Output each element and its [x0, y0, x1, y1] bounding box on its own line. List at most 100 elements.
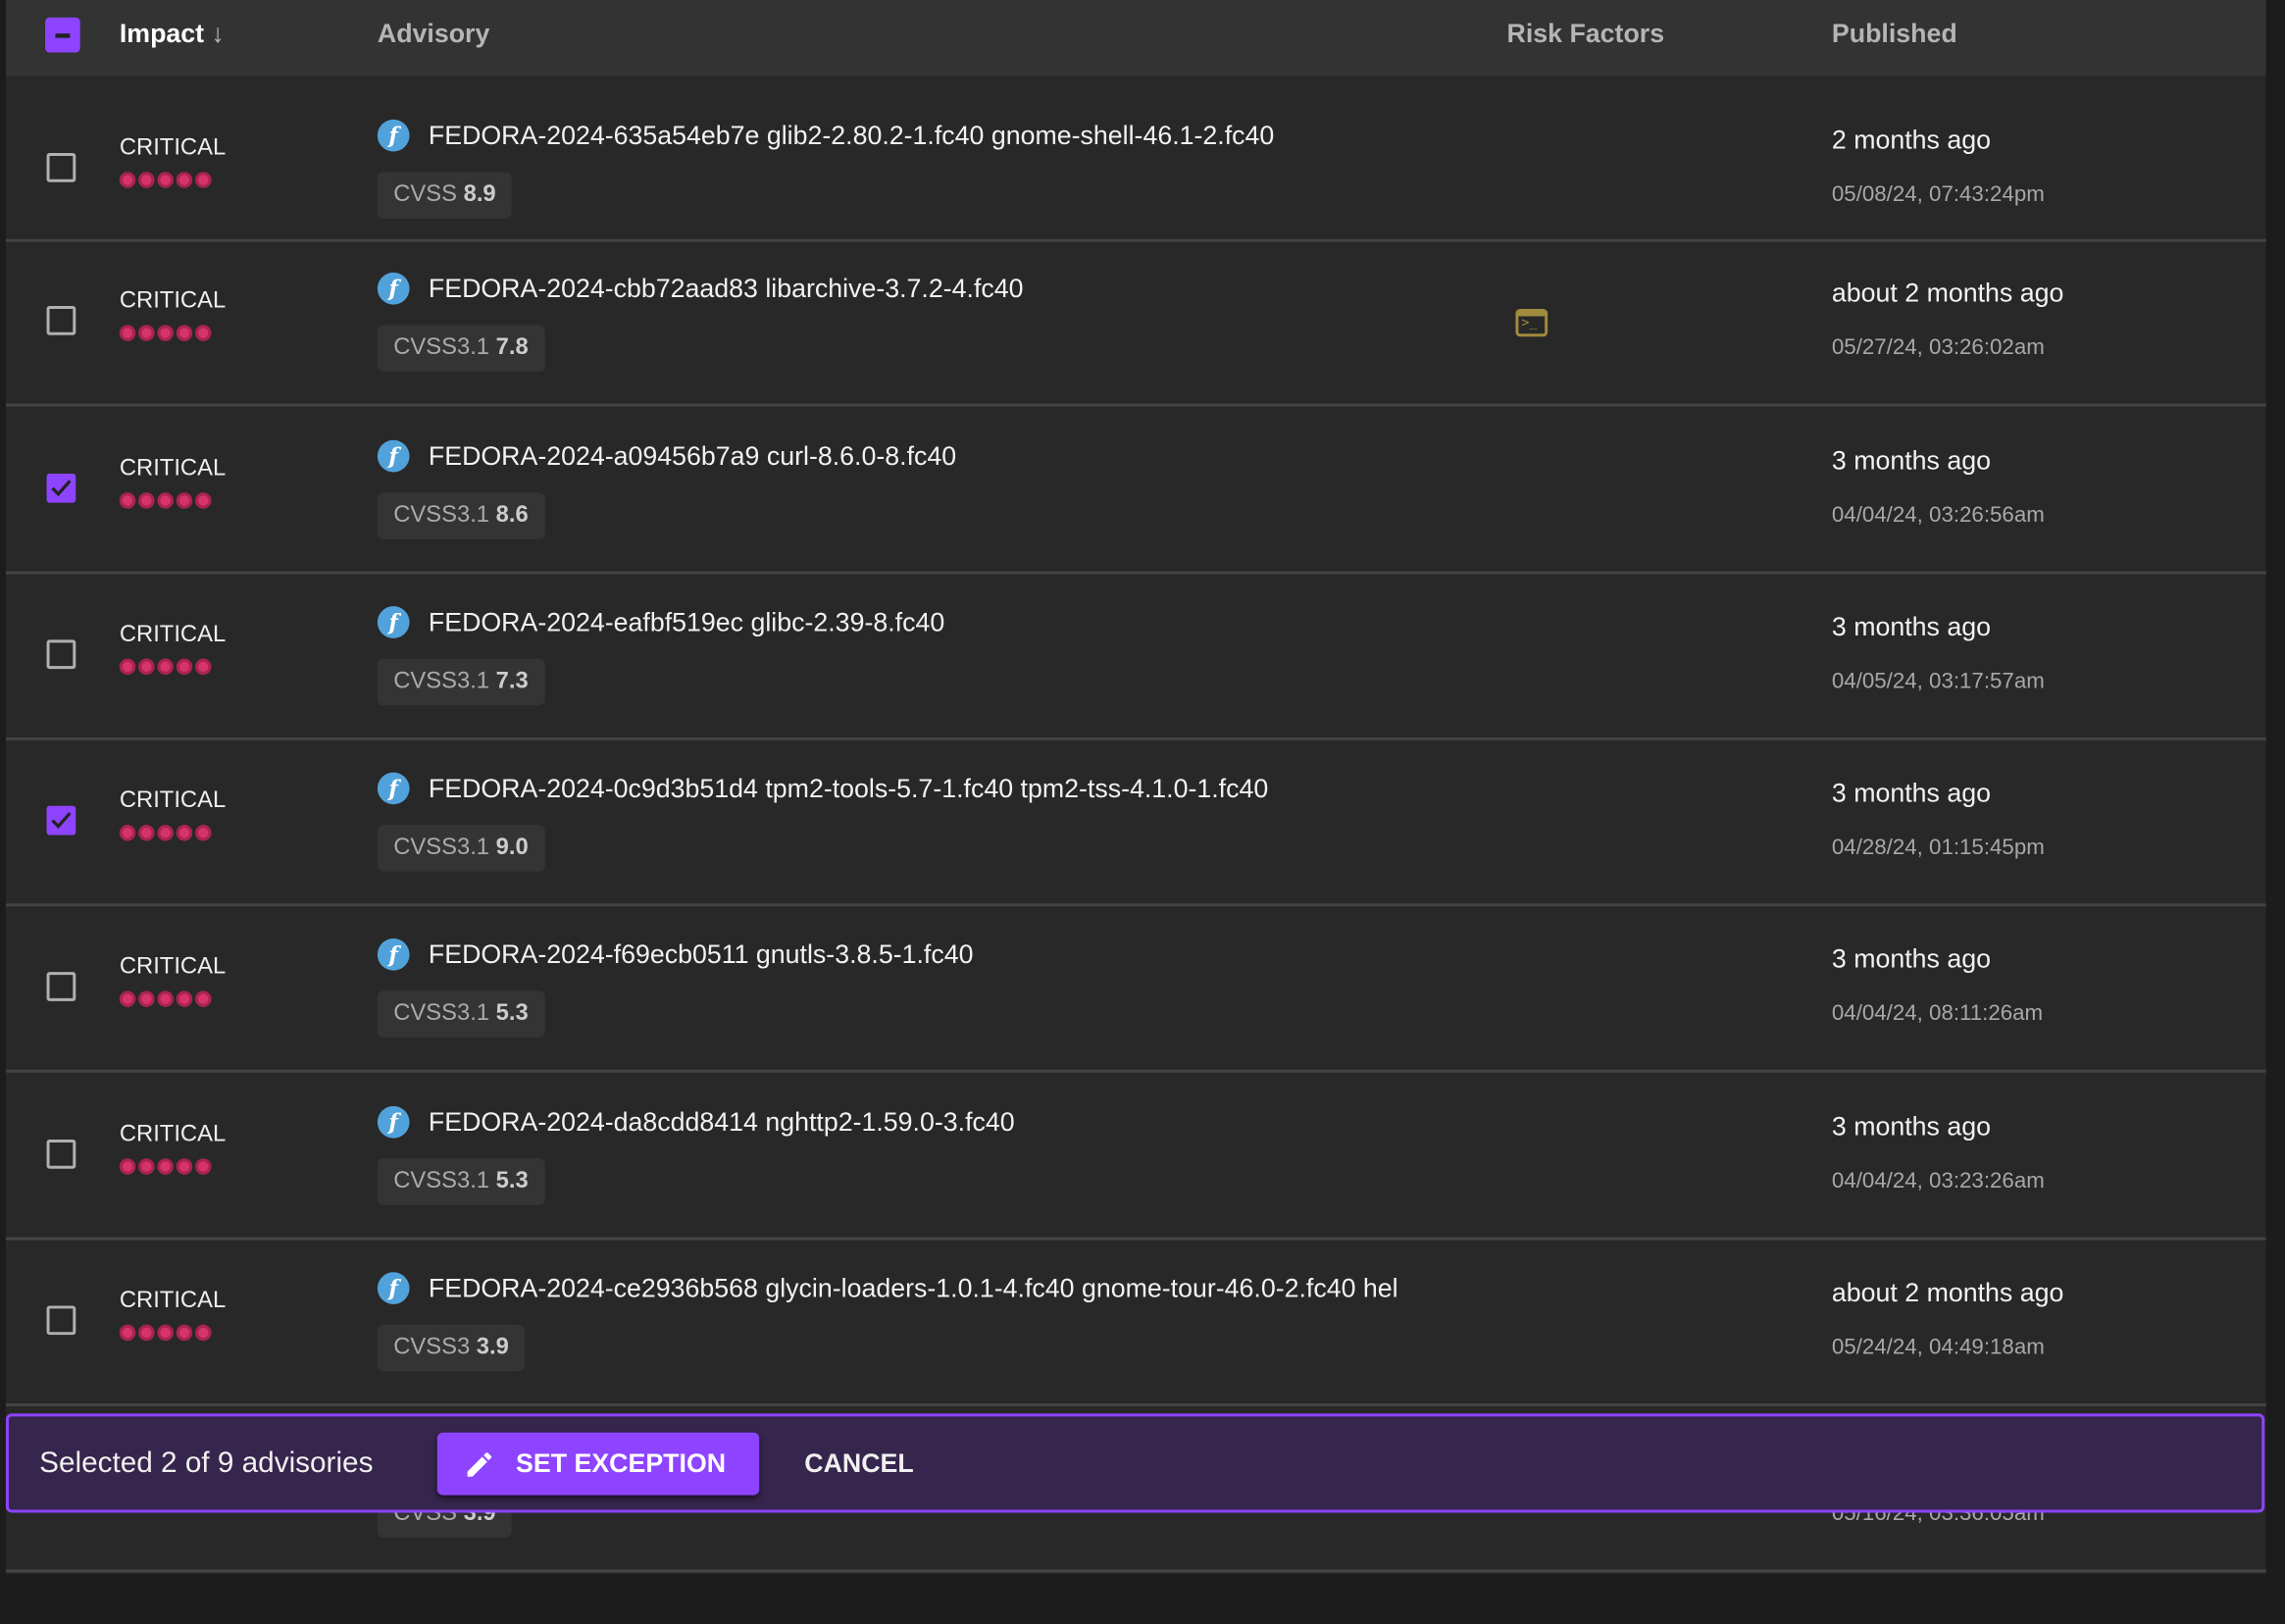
fedora-logo-icon: f: [377, 938, 410, 971]
severity-dots: [119, 492, 212, 509]
published-date: 04/04/24, 03:23:26am: [1831, 1168, 2045, 1194]
fedora-logo-icon: f: [377, 606, 410, 638]
advisory-link[interactable]: FEDORA-2024-cbb72aad83 libarchive-3.7.2-…: [429, 274, 1024, 304]
row-checkbox[interactable]: [46, 639, 76, 670]
severity-dot: [157, 172, 174, 188]
select-all-checkbox[interactable]: [45, 17, 80, 53]
published-column-header[interactable]: Published: [1832, 19, 1957, 49]
selection-bar: Selected 2 of 9 advisories SET EXCEPTION…: [5, 1413, 2265, 1513]
cvss-score: 8.9: [463, 181, 496, 208]
table-row[interactable]: CRITICAL f FEDORA-2024-0c9d3b51d4 tpm2-too…: [5, 740, 2266, 907]
cvss-badge: CVSS3 3.9: [377, 1324, 526, 1372]
advisories-table: Impact ↓ Advisory Risk Factors Published…: [5, 0, 2266, 1574]
set-exception-label: SET EXCEPTION: [516, 1448, 727, 1478]
row-checkbox[interactable]: [46, 473, 76, 503]
severity-dot: [119, 492, 136, 509]
severity-dot: [138, 172, 155, 188]
severity-dots: [119, 1324, 212, 1342]
published-relative: 2 months ago: [1831, 125, 1991, 155]
cvss-badge: CVSS3.1 5.3: [377, 990, 545, 1039]
cvss-score: 5.3: [495, 1000, 529, 1027]
row-checkbox[interactable]: [46, 153, 76, 182]
severity-dot: [176, 1324, 193, 1342]
cvss-label: CVSS3.1: [393, 502, 490, 528]
advisory-link[interactable]: FEDORA-2024-f69ecb0511 gnutls-3.8.5-1.fc…: [429, 939, 974, 970]
impact-label: CRITICAL: [119, 135, 227, 161]
severity-dot: [195, 990, 212, 1007]
severity-dots: [119, 1158, 212, 1175]
severity-dot: [119, 990, 136, 1007]
table-row[interactable]: CRITICAL f FEDORA-2024-635a54eb7e glib2-2.…: [5, 76, 2266, 242]
advisory-link[interactable]: FEDORA-2024-a09456b7a9 curl-8.6.0-8.fc40: [429, 441, 956, 472]
advisory-link[interactable]: FEDORA-2024-0c9d3b51d4 tpm2-tools-5.7-1.…: [429, 774, 1268, 804]
table-row[interactable]: CRITICAL f FEDORA-2024-ce2936b568 glycin-l…: [5, 1241, 2266, 1406]
severity-dot: [195, 1158, 212, 1175]
table-row[interactable]: CRITICAL f FEDORA-2024-f69ecb0511 gnutls-3…: [5, 906, 2266, 1073]
severity-dot: [157, 1324, 174, 1342]
set-exception-button[interactable]: SET EXCEPTION: [436, 1432, 760, 1496]
severity-dots: [119, 325, 212, 341]
arrow-down-icon: ↓: [211, 19, 225, 49]
severity-dot: [138, 1158, 155, 1175]
published-date: 04/04/24, 03:26:56am: [1831, 502, 2045, 528]
cvss-label: CVSS3.1: [393, 835, 490, 860]
fedora-logo-icon: f: [377, 439, 410, 473]
severity-dot: [176, 492, 193, 509]
risk-factors-column-header[interactable]: Risk Factors: [1507, 19, 1665, 49]
published-relative: about 2 months ago: [1831, 278, 2064, 308]
fedora-logo-icon: f: [377, 272, 410, 305]
published-relative: 3 months ago: [1831, 445, 1991, 476]
cvss-badge: CVSS3.1 7.3: [377, 658, 545, 706]
row-checkbox[interactable]: [46, 972, 76, 1001]
advisory-link[interactable]: FEDORA-2024-eafbf519ec glibc-2.39-8.fc40: [429, 608, 944, 638]
published-date: 05/27/24, 03:26:02am: [1831, 334, 2045, 361]
advisory-link[interactable]: FEDORA-2024-635a54eb7e glib2-2.80.2-1.fc…: [429, 121, 1274, 151]
table-header: Impact ↓ Advisory Risk Factors Published: [5, 0, 2266, 76]
severity-dot: [176, 825, 193, 841]
impact-label: CRITICAL: [119, 787, 227, 814]
table-row[interactable]: CRITICAL f FEDORA-2024-a09456b7a9 curl-8.6…: [5, 408, 2266, 575]
advisory-column-header[interactable]: Advisory: [378, 19, 489, 49]
cvss-score: 7.8: [495, 334, 529, 361]
impact-header-label: Impact: [119, 19, 205, 49]
cvss-score: 9.0: [495, 835, 529, 860]
page: Impact ↓ Advisory Risk Factors Published…: [0, 0, 2285, 1624]
row-checkbox[interactable]: [46, 805, 76, 836]
cvss-score: 8.6: [495, 502, 529, 528]
fedora-logo-icon: f: [377, 1105, 410, 1139]
severity-dots: [119, 172, 212, 188]
cvss-label: CVSS3.1: [393, 669, 490, 694]
severity-dot: [119, 325, 136, 341]
cvss-badge: CVSS3.1 7.8: [377, 325, 545, 372]
row-checkbox[interactable]: [46, 306, 76, 335]
impact-column-header[interactable]: Impact ↓: [120, 19, 225, 49]
published-relative: 3 months ago: [1831, 612, 1991, 641]
fedora-logo-icon: f: [377, 119, 410, 152]
terminal-icon[interactable]: >_: [1515, 309, 1549, 337]
severity-dot: [138, 492, 155, 509]
table-row[interactable]: CRITICAL f FEDORA-2024-da8cdd8414 nghttp2-…: [5, 1074, 2266, 1241]
severity-dot: [119, 1158, 136, 1175]
severity-dot: [157, 990, 174, 1007]
published-relative: 3 months ago: [1831, 1111, 1991, 1142]
cvss-badge: CVSS3.1 8.6: [377, 492, 545, 539]
severity-dot: [195, 1324, 212, 1342]
severity-dot: [176, 658, 193, 676]
published-relative: about 2 months ago: [1831, 1278, 2064, 1307]
row-checkbox[interactable]: [46, 1305, 76, 1336]
severity-dot: [195, 492, 212, 509]
severity-dot: [119, 172, 136, 188]
advisory-link[interactable]: FEDORA-2024-da8cdd8414 nghttp2-1.59.0-3.…: [429, 1107, 1015, 1138]
impact-label: CRITICAL: [119, 622, 227, 647]
cancel-button[interactable]: CANCEL: [804, 1433, 913, 1496]
published-date: 04/05/24, 03:17:57am: [1831, 669, 2045, 694]
severity-dot: [176, 172, 193, 188]
published-date: 04/04/24, 08:11:26am: [1831, 1000, 2044, 1027]
row-checkbox[interactable]: [46, 1140, 76, 1169]
severity-dot: [138, 825, 155, 841]
table-row[interactable]: CRITICAL f FEDORA-2024-eafbf519ec glibc-2.…: [5, 574, 2266, 740]
advisory-link[interactable]: FEDORA-2024-ce2936b568 glycin-loaders-1.…: [429, 1274, 1398, 1304]
impact-label: CRITICAL: [119, 954, 227, 980]
severity-dot: [195, 658, 212, 676]
table-row[interactable]: CRITICAL f FEDORA-2024-cbb72aad83 libarchi…: [5, 240, 2266, 407]
